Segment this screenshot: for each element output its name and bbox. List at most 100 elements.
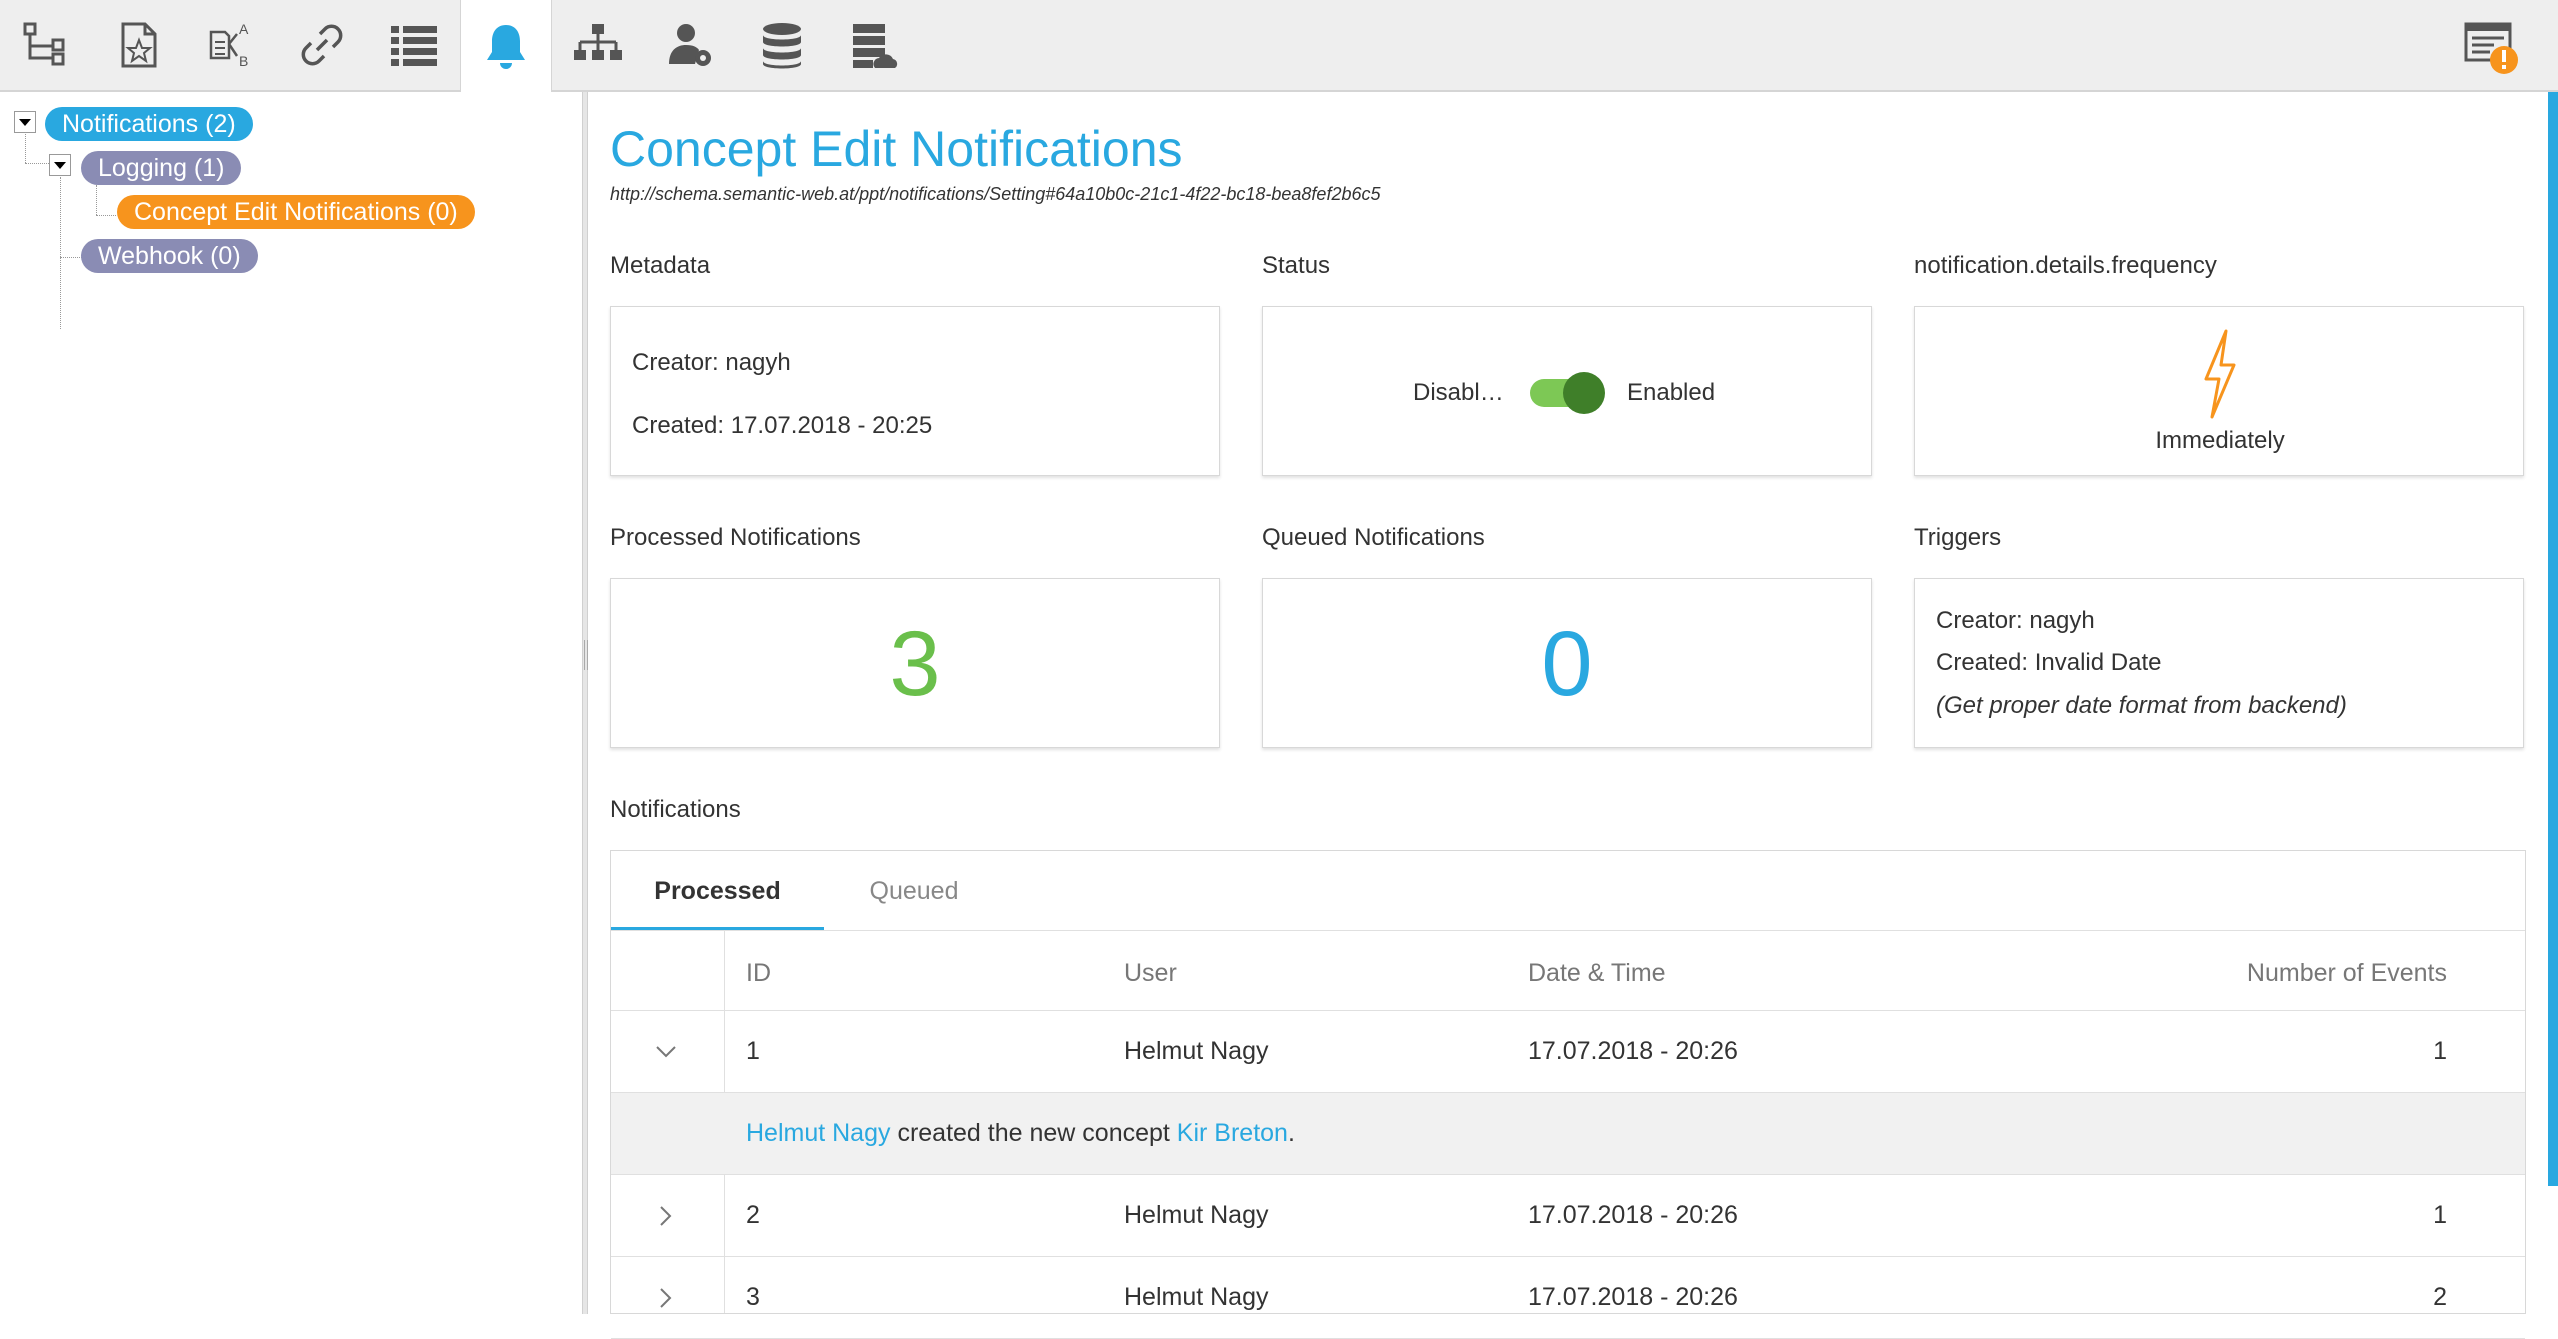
column-header-user[interactable]: User bbox=[1124, 959, 1177, 988]
tree-connector bbox=[96, 185, 97, 215]
tree-node-webhook[interactable]: Webhook (0) bbox=[81, 239, 258, 273]
list-icon bbox=[391, 26, 437, 66]
status-disabled-label: Disabl… bbox=[1413, 379, 1504, 406]
row-events: 1 bbox=[2433, 1201, 2447, 1229]
tree-connector bbox=[25, 134, 26, 163]
tree-connector bbox=[60, 257, 82, 258]
tree-node-concept-edit-notifications[interactable]: Concept Edit Notifications (0) bbox=[117, 195, 475, 229]
bell-icon bbox=[487, 25, 525, 69]
notifications-label: Notifications bbox=[610, 796, 741, 823]
row-id: 1 bbox=[746, 1037, 760, 1065]
server-cloud-tool-button[interactable] bbox=[828, 0, 920, 90]
page-title: Concept Edit Notifications bbox=[610, 121, 1183, 177]
tree-toggle-logging[interactable] bbox=[49, 154, 71, 176]
notifications-tool-button[interactable] bbox=[460, 0, 552, 92]
event-concept-link[interactable]: Kir Breton bbox=[1177, 1119, 1288, 1147]
frequency-card: Immediately bbox=[1914, 306, 2524, 476]
tree-structure-tool-button[interactable] bbox=[0, 0, 92, 90]
triggers-created: Created: Invalid Date bbox=[1936, 649, 2162, 676]
system-alert-button[interactable] bbox=[2462, 18, 2522, 78]
row-datetime: 17.07.2018 - 20:26 bbox=[1528, 1037, 1738, 1065]
chevron-down-icon[interactable] bbox=[651, 1037, 681, 1067]
column-header-events[interactable]: Number of Events bbox=[2247, 959, 2447, 988]
row-datetime: 17.07.2018 - 20:26 bbox=[1528, 1201, 1738, 1229]
link-icon bbox=[301, 24, 343, 66]
tree-connector bbox=[60, 177, 61, 329]
warning-panel-icon bbox=[2464, 22, 2518, 74]
server-cloud-icon bbox=[853, 24, 898, 68]
row-events: 2 bbox=[2433, 1283, 2447, 1311]
row-id: 3 bbox=[746, 1283, 760, 1311]
main-toolbar: A B bbox=[0, 0, 2558, 92]
metadata-card: Creator: nagyh Created: 17.07.2018 - 20:… bbox=[610, 306, 1220, 476]
processed-count: 3 bbox=[889, 613, 941, 715]
database-tool-button[interactable] bbox=[736, 0, 828, 90]
metadata-label: Metadata bbox=[610, 252, 711, 279]
row-user: Helmut Nagy bbox=[1124, 1201, 1269, 1229]
row-id: 2 bbox=[746, 1201, 760, 1229]
document-star-tool-button[interactable] bbox=[92, 0, 184, 90]
lightning-icon bbox=[2204, 329, 2236, 419]
tree-node-notifications[interactable]: Notifications (2) bbox=[45, 107, 253, 141]
queued-count: 0 bbox=[1541, 613, 1593, 715]
document-ab-tool-button[interactable]: A B bbox=[184, 0, 276, 90]
table-row[interactable]: 1 Helmut Nagy 17.07.2018 - 20:26 1 bbox=[611, 1011, 2525, 1093]
svg-text:A: A bbox=[239, 21, 249, 37]
tree-connector bbox=[96, 215, 116, 216]
row-datetime: 17.07.2018 - 20:26 bbox=[1528, 1283, 1738, 1311]
scrollbar[interactable] bbox=[2548, 92, 2558, 1186]
chevron-right-icon[interactable] bbox=[651, 1201, 681, 1231]
tab-processed[interactable]: Processed bbox=[611, 851, 824, 931]
frequency-label: notification.details.frequency bbox=[1914, 252, 2217, 279]
triggers-note: (Get proper date format from backend) bbox=[1936, 692, 2347, 719]
document-star-icon bbox=[121, 22, 157, 68]
hierarchy-icon bbox=[574, 24, 622, 60]
status-enabled-label: Enabled bbox=[1627, 379, 1716, 406]
tree-structure-icon bbox=[23, 22, 65, 66]
triggers-creator: Creator: nagyh bbox=[1936, 607, 2095, 634]
chevron-right-icon[interactable] bbox=[651, 1283, 681, 1313]
tab-queued[interactable]: Queued bbox=[824, 851, 1004, 931]
row-events: 1 bbox=[2433, 1037, 2447, 1065]
toggle-knob[interactable] bbox=[1563, 372, 1605, 414]
column-header-id[interactable]: ID bbox=[746, 959, 771, 988]
triggers-card: Creator: nagyh Created: Invalid Date (Ge… bbox=[1914, 578, 2524, 748]
row-user: Helmut Nagy bbox=[1124, 1037, 1269, 1065]
metadata-created: Created: 17.07.2018 - 20:25 bbox=[632, 412, 933, 439]
document-ab-icon: A B bbox=[209, 21, 249, 69]
row-detail: Helmut Nagy created the new concept Kir … bbox=[611, 1093, 2525, 1175]
tree-node-logging[interactable]: Logging (1) bbox=[81, 151, 242, 185]
svg-text:B: B bbox=[239, 53, 248, 69]
splitter-grip[interactable] bbox=[584, 640, 588, 670]
queued-count-card: 0 bbox=[1262, 578, 1872, 748]
triggers-label: Triggers bbox=[1914, 524, 2002, 551]
tree-connector bbox=[25, 163, 51, 164]
user-settings-tool-button[interactable] bbox=[644, 0, 736, 90]
user-settings-icon bbox=[669, 24, 711, 66]
table-header-row: ID User Date & Time Number of Events bbox=[611, 931, 2525, 1011]
row-user: Helmut Nagy bbox=[1124, 1283, 1269, 1311]
link-tool-button[interactable] bbox=[276, 0, 368, 90]
table-row[interactable]: 3 Helmut Nagy 17.07.2018 - 20:26 2 bbox=[611, 1257, 2525, 1339]
column-header-datetime[interactable]: Date & Time bbox=[1528, 959, 1666, 988]
processed-count-card: 3 bbox=[610, 578, 1220, 748]
list-tool-button[interactable] bbox=[368, 0, 460, 90]
queued-notifications-label: Queued Notifications bbox=[1262, 524, 1485, 551]
event-description: Helmut Nagy created the new concept Kir … bbox=[746, 1119, 1295, 1148]
database-icon bbox=[763, 23, 801, 69]
event-actor-link[interactable]: Helmut Nagy bbox=[746, 1119, 891, 1147]
metadata-creator: Creator: nagyh bbox=[632, 349, 791, 376]
hierarchy-tool-button[interactable] bbox=[552, 0, 644, 90]
panel-splitter[interactable] bbox=[582, 92, 588, 1314]
status-label: Status bbox=[1262, 252, 1331, 279]
tree-toggle-notifications[interactable] bbox=[14, 111, 36, 133]
processed-notifications-label: Processed Notifications bbox=[610, 524, 861, 551]
setting-uri: http://schema.semantic-web.at/ppt/notifi… bbox=[610, 184, 1381, 204]
event-text: created the new concept bbox=[890, 1119, 1177, 1147]
event-text-end: . bbox=[1287, 1119, 1295, 1147]
frequency-value: Immediately bbox=[2155, 427, 2285, 454]
notifications-table: Processed Queued ID User Date & Time Num… bbox=[610, 850, 2526, 1339]
status-card: Disabl… Enabled bbox=[1262, 306, 1872, 476]
notification-tree-panel: Notifications (2) Logging (1) Concept Ed… bbox=[0, 92, 582, 1314]
table-row[interactable]: 2 Helmut Nagy 17.07.2018 - 20:26 1 bbox=[611, 1175, 2525, 1257]
